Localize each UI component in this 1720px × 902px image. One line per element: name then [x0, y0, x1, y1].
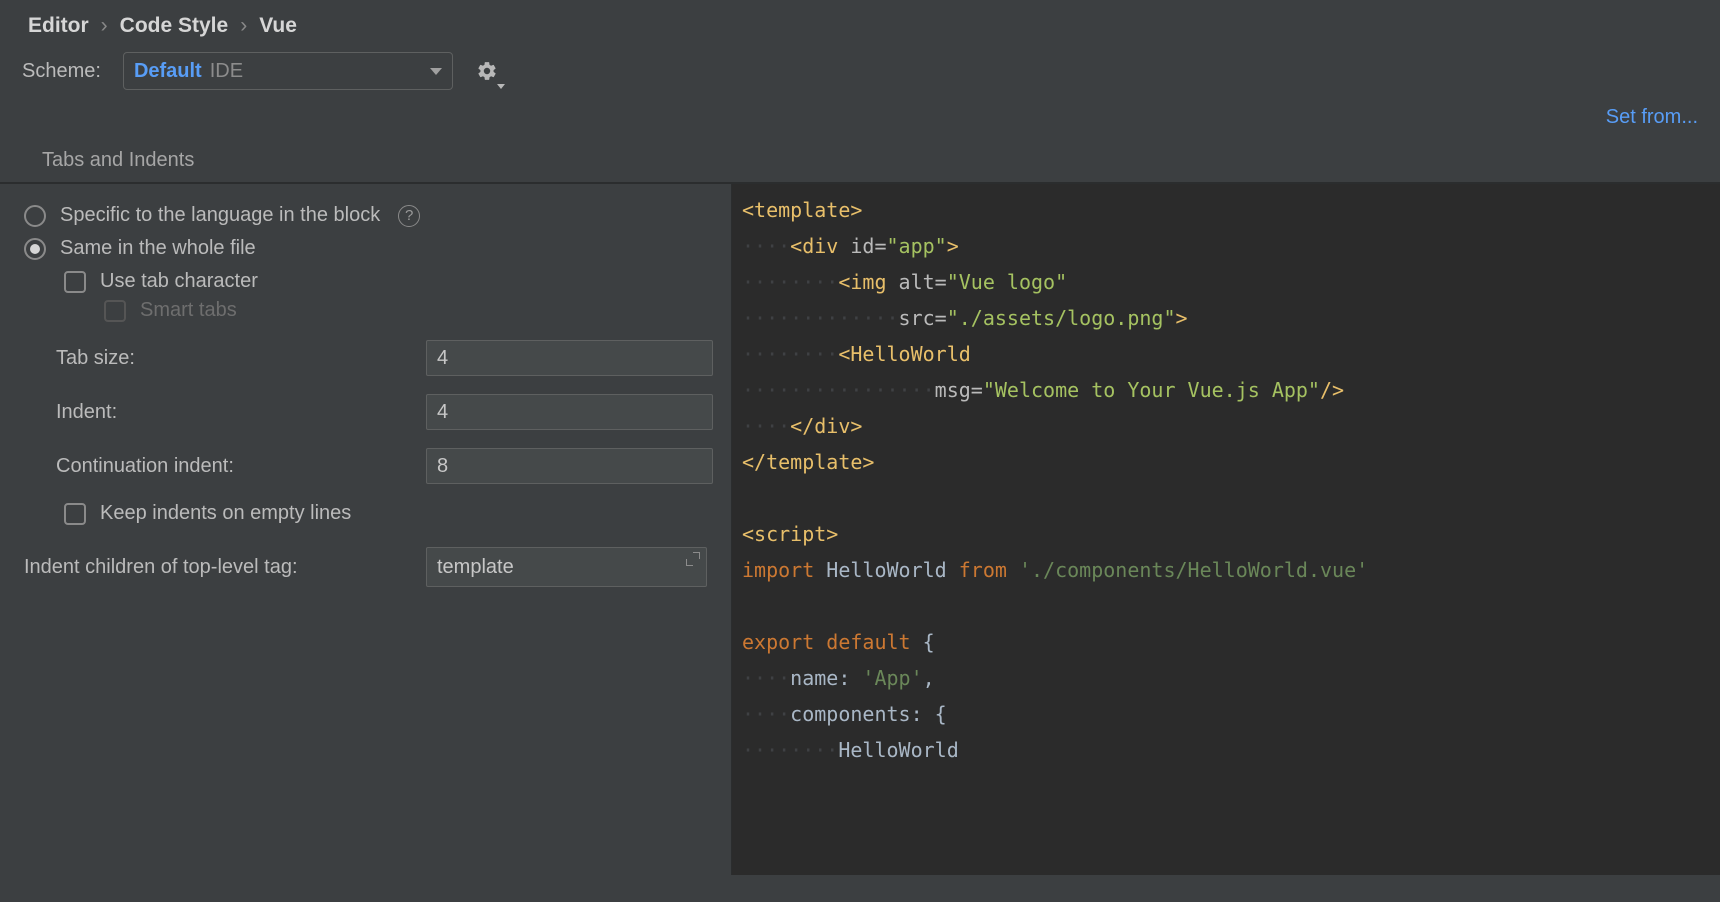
radio-specific-label: Specific to the language in the block [60, 204, 380, 227]
radio-icon [24, 238, 46, 260]
indent-input[interactable] [426, 394, 713, 430]
main-split: Specific to the language in the block ? … [0, 183, 1720, 875]
check-use-tab[interactable]: Use tab character [64, 270, 707, 293]
scheme-label: Scheme: [22, 60, 101, 83]
cont-indent-label: Continuation indent: [56, 455, 416, 478]
checkbox-icon [64, 271, 86, 293]
options-pane: Specific to the language in the block ? … [0, 184, 732, 875]
scheme-row: Scheme: Default IDE [0, 48, 1720, 104]
chevron-down-icon [430, 68, 442, 75]
tabsize-row: Tab size: [56, 340, 707, 376]
code-preview: <template> ····<div id="app"> ········<i… [732, 184, 1720, 875]
breadcrumb-sep: › [101, 14, 108, 38]
check-smart-tabs: Smart tabs [104, 299, 707, 322]
tabs-strip: Tabs and Indents [0, 135, 1720, 183]
breadcrumb-codestyle[interactable]: Code Style [120, 14, 229, 38]
checkbox-icon [104, 300, 126, 322]
tab-tabs-and-indents[interactable]: Tabs and Indents [42, 149, 194, 182]
radio-specific[interactable]: Specific to the language in the block ? [24, 204, 707, 227]
check-use-tab-label: Use tab character [100, 270, 258, 293]
indent-label: Indent: [56, 401, 416, 424]
gear-icon [476, 60, 498, 82]
breadcrumb-sep: › [240, 14, 247, 38]
toplevel-input[interactable]: template [426, 547, 707, 587]
cont-indent-row: Continuation indent: [56, 448, 707, 484]
help-icon[interactable]: ? [398, 205, 420, 227]
settings-pane: Editor › Code Style › Vue Scheme: Defaul… [0, 0, 1720, 902]
cont-indent-input[interactable] [426, 448, 713, 484]
tabsize-label: Tab size: [56, 347, 416, 370]
radio-icon [24, 205, 46, 227]
indent-row: Indent: [56, 394, 707, 430]
breadcrumb: Editor › Code Style › Vue [0, 0, 1720, 48]
scheme-select[interactable]: Default IDE [123, 52, 453, 90]
breadcrumb-editor[interactable]: Editor [28, 14, 89, 38]
toplevel-label: Indent children of top-level tag: [24, 556, 416, 579]
breadcrumb-vue[interactable]: Vue [259, 14, 297, 38]
set-from-link[interactable]: Set from... [1606, 106, 1698, 129]
toplevel-value: template [437, 556, 514, 579]
radio-whole-file[interactable]: Same in the whole file [24, 237, 707, 260]
checkbox-icon [64, 503, 86, 525]
toplevel-row: Indent children of top-level tag: templa… [24, 547, 707, 587]
expand-icon [686, 552, 700, 566]
scheme-value: Default [134, 60, 202, 83]
radio-whole-label: Same in the whole file [60, 237, 256, 260]
tabsize-input[interactable] [426, 340, 713, 376]
check-smart-tabs-label: Smart tabs [140, 299, 237, 322]
check-keep-empty-label: Keep indents on empty lines [100, 502, 351, 525]
chevron-down-icon [497, 84, 505, 89]
check-keep-empty[interactable]: Keep indents on empty lines [64, 502, 707, 525]
setfrom-row: Set from... [0, 104, 1720, 135]
scheme-gear-button[interactable] [471, 55, 503, 87]
scheme-tag: IDE [210, 60, 243, 83]
